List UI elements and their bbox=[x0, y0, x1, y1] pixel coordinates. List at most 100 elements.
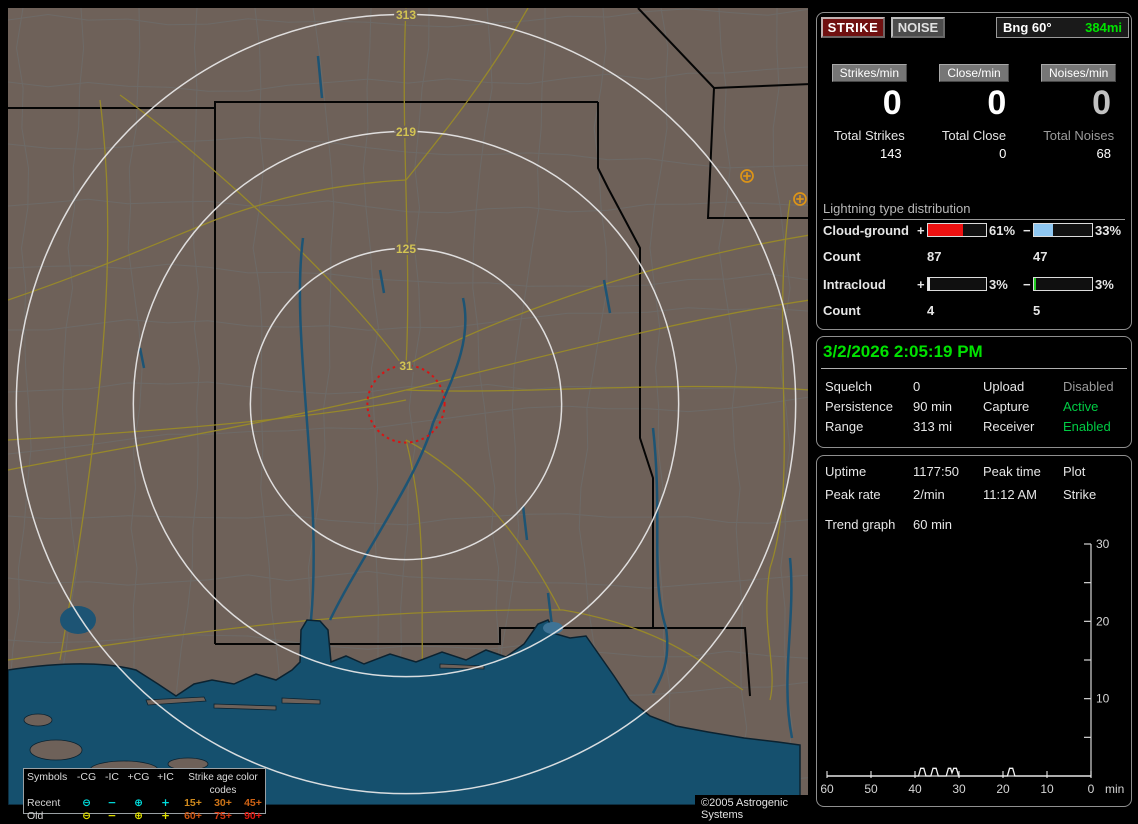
plus-sign: + bbox=[917, 277, 925, 292]
lake bbox=[60, 606, 96, 634]
cg-plus-recent-icon: ⊕ bbox=[134, 797, 143, 809]
trend-chart: 60 50 40 30 20 10 0 min 10 20 30 bbox=[820, 537, 1124, 796]
cg-minus-percent: 33% bbox=[1095, 223, 1122, 238]
uptime-value: 1177:50 bbox=[913, 464, 960, 479]
plot-mode-value: Strike bbox=[1063, 487, 1097, 502]
legend-header-ncg: -CG bbox=[76, 771, 97, 783]
total-noises-label: Total Noises bbox=[1043, 128, 1115, 143]
svg-text:10: 10 bbox=[1040, 782, 1054, 796]
strikes-per-min-value: 0 bbox=[882, 84, 902, 122]
map-view[interactable]: 31 125 219 313 Symbols -CG -IC +CG +IC Stri… bbox=[8, 8, 808, 824]
copyright-text: ©2005 Astrogenic Systems bbox=[695, 795, 808, 824]
close-per-min-chip: Close/min bbox=[939, 64, 1009, 82]
status-row: Persistence 90 min Capture Active bbox=[817, 399, 1131, 415]
cg-minus-bar bbox=[1033, 223, 1093, 237]
symbol-legend: Symbols -CG -IC +CG +IC Strike age color… bbox=[23, 768, 266, 822]
svg-text:125: 125 bbox=[396, 242, 416, 256]
ic-minus-percent: 3% bbox=[1095, 277, 1114, 292]
legend-header-symbols: Symbols bbox=[27, 771, 68, 783]
svg-text:30: 30 bbox=[952, 782, 966, 796]
plot-label: Plot bbox=[1063, 464, 1086, 479]
persistence-value: 90 min bbox=[913, 399, 953, 414]
bay bbox=[543, 622, 563, 634]
svg-text:0: 0 bbox=[1088, 782, 1095, 796]
legend-row-recent-label: Recent bbox=[27, 797, 61, 809]
uptime-row: Uptime 1177:50 Peak time Plot bbox=[817, 464, 1131, 480]
total-close-value: 0 bbox=[999, 146, 1007, 161]
cg-minus-recent-icon: ⊖ bbox=[82, 797, 91, 809]
noises-per-min-value: 0 bbox=[1092, 84, 1112, 122]
cloud-ground-label: Cloud-ground bbox=[823, 223, 909, 238]
bearing-label: Bng 60° bbox=[1003, 20, 1052, 35]
svg-text:219: 219 bbox=[396, 125, 416, 139]
svg-text:40: 40 bbox=[908, 782, 922, 796]
ic-minus-recent-icon: − bbox=[107, 797, 117, 809]
ic-plus-percent: 3% bbox=[989, 277, 1008, 292]
peak-rate-value: 2/min bbox=[913, 487, 945, 502]
range-value: 313 mi bbox=[913, 419, 953, 434]
distribution-title: Lightning type distribution bbox=[823, 201, 1125, 220]
nexstorm-window: { "window": { "copyright": "©2005 Astrog… bbox=[0, 0, 1138, 824]
noises-counter-column: Noises/min 0 Total Noises 68 bbox=[1026, 64, 1131, 161]
legend-age-title: Strike age color codes bbox=[188, 772, 258, 796]
noise-toggle-button[interactable]: NOISE bbox=[891, 17, 945, 38]
total-noises-value: 68 bbox=[1096, 146, 1112, 161]
svg-text:50: 50 bbox=[864, 782, 878, 796]
peak-rate-row: Peak rate 2/min 11:12 AM Strike bbox=[817, 487, 1131, 503]
counters-panel: STRIKE NOISE Bng 60° 384mi Strikes/min 0… bbox=[816, 12, 1132, 330]
svg-text:60: 60 bbox=[820, 782, 834, 796]
count-label: Count bbox=[823, 249, 861, 264]
divider bbox=[821, 368, 1127, 369]
close-per-min-value: 0 bbox=[987, 84, 1007, 122]
ic-minus-bar bbox=[1033, 277, 1093, 291]
uptime-label: Uptime bbox=[825, 464, 867, 479]
map-canvas: 31 125 219 313 bbox=[8, 8, 808, 805]
status-panel: 3/2/2026 2:05:19 PM Squelch 0 Upload Dis… bbox=[816, 336, 1132, 448]
capture-status: Active bbox=[1063, 399, 1099, 414]
capture-label: Capture bbox=[983, 399, 1030, 414]
total-strikes-label: Total Strikes bbox=[833, 128, 905, 143]
close-counter-column: Close/min 0 Total Close 0 bbox=[922, 64, 1027, 161]
receiver-label: Receiver bbox=[983, 419, 1035, 434]
peak-rate-label: Peak rate bbox=[825, 487, 881, 502]
ic-minus-count: 5 bbox=[1033, 303, 1041, 318]
range-label: Range bbox=[825, 419, 864, 434]
receiver-status: Enabled bbox=[1063, 419, 1111, 434]
minus-sign: − bbox=[1023, 277, 1031, 292]
strikes-per-min-chip: Strikes/min bbox=[831, 64, 907, 82]
age-code-30: 30+ bbox=[214, 797, 232, 809]
cloud-ground-count-row: Count 87 47 bbox=[817, 249, 1131, 265]
svg-text:20: 20 bbox=[996, 782, 1010, 796]
upload-label: Upload bbox=[983, 379, 1025, 394]
noises-per-min-chip: Noises/min bbox=[1041, 64, 1117, 82]
upload-status: Disabled bbox=[1063, 379, 1114, 394]
strike-toggle-button[interactable]: STRIKE bbox=[821, 17, 885, 38]
svg-text:313: 313 bbox=[396, 8, 416, 22]
squelch-value: 0 bbox=[913, 379, 921, 394]
datetime-display: 3/2/2026 2:05:19 PM bbox=[823, 342, 983, 361]
age-code-45: 45+ bbox=[244, 797, 262, 809]
ic-plus-bar bbox=[927, 277, 987, 291]
minus-sign: − bbox=[1023, 223, 1031, 238]
bearing-readout: Bng 60° 384mi bbox=[996, 17, 1129, 38]
trend-graph-row: Trend graph 60 min bbox=[817, 517, 1131, 533]
status-row: Range 313 mi Receiver Enabled bbox=[817, 419, 1131, 435]
bearing-distance: 384mi bbox=[1085, 20, 1122, 35]
intracloud-row: Intracloud + 3% − 3% bbox=[817, 277, 1131, 293]
svg-text:30: 30 bbox=[1096, 537, 1110, 551]
rate-counters: Strikes/min 0 Total Strikes 143 Close/mi… bbox=[817, 64, 1131, 161]
legend-header-pcg: +CG bbox=[127, 771, 150, 783]
cg-plus-count: 87 bbox=[927, 249, 942, 264]
cloud-ground-row: Cloud-ground + 61% − 33% bbox=[817, 223, 1131, 239]
persistence-label: Persistence bbox=[825, 399, 893, 414]
svg-text:20: 20 bbox=[1096, 614, 1110, 628]
peak-time-label: Peak time bbox=[983, 464, 1041, 479]
total-close-label: Total Close bbox=[941, 128, 1007, 143]
legend-header-nic: -IC bbox=[105, 771, 119, 783]
squelch-label: Squelch bbox=[825, 379, 872, 394]
trend-graph-window: 60 min bbox=[913, 517, 953, 532]
strikes-counter-column: Strikes/min 0 Total Strikes 143 bbox=[817, 64, 922, 161]
trend-panel: Uptime 1177:50 Peak time Plot Peak rate … bbox=[816, 455, 1132, 807]
peak-time-value: 11:12 AM bbox=[983, 487, 1037, 502]
cg-minus-count: 47 bbox=[1033, 249, 1048, 264]
